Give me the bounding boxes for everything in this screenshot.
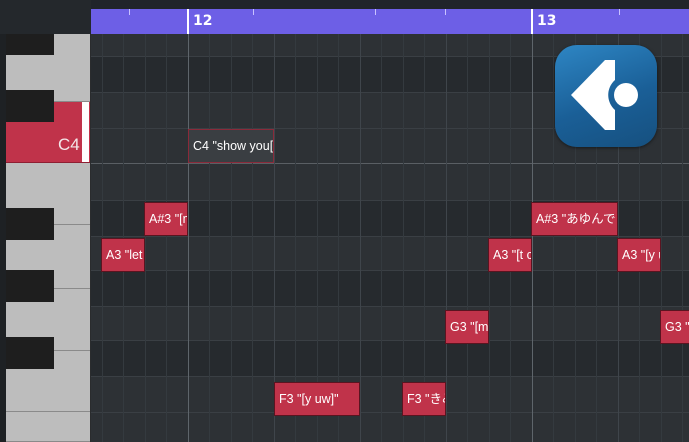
- track-overview-strip[interactable]: [91, 0, 689, 9]
- midi-note[interactable]: F3 "[y uw]": [274, 382, 360, 416]
- bar-number-label: 12: [193, 13, 213, 29]
- midi-note[interactable]: C4 "show you[s: [188, 129, 274, 163]
- midi-note[interactable]: A3 "[y u: [617, 238, 661, 272]
- bar-number-label: 13: [537, 13, 557, 29]
- grid-subdivision-line: [403, 34, 404, 442]
- grid-subdivision-line: [467, 34, 468, 442]
- grid-row-line: [91, 306, 689, 307]
- grid-subdivision-line: [381, 34, 382, 442]
- piano-black-key[interactable]: [6, 270, 54, 302]
- piano-black-key[interactable]: [6, 34, 54, 55]
- grid-subdivision-line: [295, 34, 296, 442]
- midi-note[interactable]: F3 "きみ: [402, 382, 446, 416]
- grid-subdivision-line: [317, 34, 318, 442]
- grid-beat-line: [274, 34, 275, 442]
- ruler-tick: [129, 9, 130, 15]
- ruler-tick: [619, 9, 620, 15]
- grid-subdivision-line: [338, 34, 339, 442]
- grid-bar-line: [532, 34, 533, 442]
- grid-subdivision-line: [424, 34, 425, 442]
- grid-subdivision-line: [661, 34, 662, 442]
- grid-row-line: [91, 376, 689, 377]
- grid-octave-line: [91, 163, 689, 164]
- midi-note[interactable]: G3 "[m: [445, 310, 489, 344]
- grid-bar-line: [188, 34, 189, 442]
- grid-subdivision-line: [231, 34, 232, 442]
- midi-note[interactable]: A#3 "[m: [144, 202, 188, 236]
- ruler-tick: [253, 9, 254, 15]
- midi-note[interactable]: G3 ": [660, 310, 689, 344]
- ruler-tick: [375, 9, 376, 15]
- grid-beat-line: [446, 34, 447, 442]
- grid-row-line: [91, 340, 689, 341]
- piano-black-key[interactable]: [6, 337, 54, 369]
- grid-subdivision-line: [166, 34, 167, 442]
- grid-row-line: [91, 412, 689, 413]
- grid-row-line: [91, 200, 689, 201]
- grid-subdivision-line: [209, 34, 210, 442]
- piano-black-key[interactable]: [6, 90, 54, 122]
- grid-beat-line: [360, 34, 361, 442]
- grid-subdivision-line: [553, 34, 554, 442]
- grid-subdivision-line: [252, 34, 253, 442]
- ruler-corner: [0, 0, 91, 34]
- midi-note[interactable]: A3 "let: [101, 238, 145, 272]
- grid-row-shade: [91, 270, 689, 306]
- active-key-label: C4: [58, 135, 80, 154]
- piano-black-key[interactable]: [6, 208, 54, 240]
- bar-marker-line: [187, 9, 189, 34]
- piano-playback-indicator: [82, 102, 89, 162]
- timeline-ruler[interactable]: 12 13: [91, 9, 689, 34]
- cubase-logo-glyph: [571, 60, 638, 130]
- grid-row-shade: [91, 340, 689, 376]
- cubase-logo-icon: [555, 45, 657, 147]
- grid-subdivision-line: [682, 34, 683, 442]
- ruler-tick: [445, 9, 446, 15]
- grid-row-line: [91, 270, 689, 271]
- bar-marker-line: [531, 9, 533, 34]
- midi-note[interactable]: A#3 "あゆんでくれ: [531, 202, 618, 236]
- midi-note[interactable]: A3 "[t c: [488, 238, 532, 272]
- grid-row-line: [91, 236, 689, 237]
- grid-subdivision-line: [145, 34, 146, 442]
- piano-white-key[interactable]: [6, 412, 90, 442]
- piano-keyboard[interactable]: C4: [0, 34, 91, 442]
